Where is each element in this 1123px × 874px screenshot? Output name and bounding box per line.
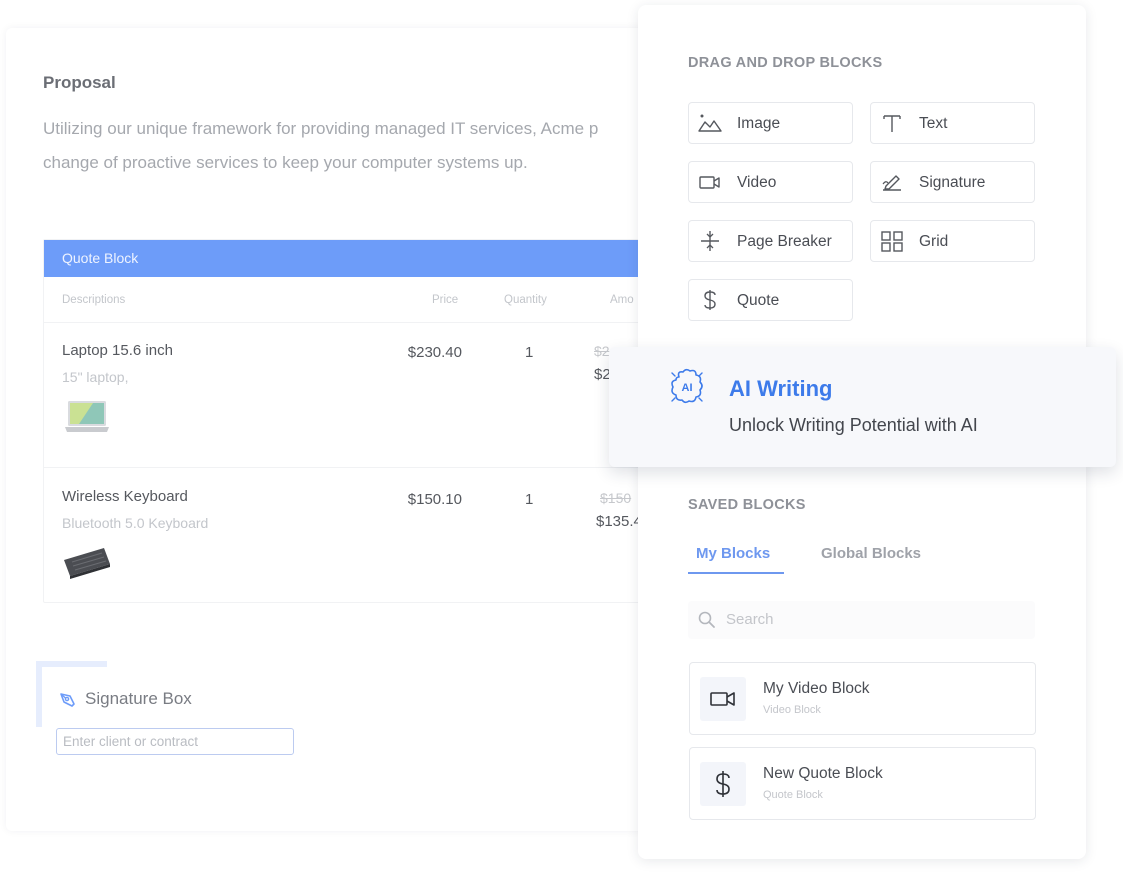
item-amount: $135.4 <box>596 513 642 530</box>
saved-block-item[interactable]: New Quote Block Quote Block <box>689 747 1036 820</box>
document-title: Proposal <box>43 73 116 92</box>
table-row[interactable]: Laptop 15.6 inch 15" laptop, $230.40 1 $… <box>44 323 662 468</box>
item-price: $230.40 <box>407 344 462 361</box>
signature-box-label: Signature Box <box>85 689 192 708</box>
column-quantity: Quantity <box>504 294 547 306</box>
quote-table-header: Descriptions Price Quantity Amo <box>44 277 662 323</box>
ai-writing-title: AI Writing <box>729 376 833 401</box>
saved-block-type: Quote Block <box>763 789 823 801</box>
search-icon <box>698 611 715 628</box>
block-image-button[interactable]: Image <box>688 102 853 144</box>
item-price: $150.10 <box>407 491 462 508</box>
block-signature-button[interactable]: Signature <box>870 161 1035 203</box>
saved-blocks-title: SAVED BLOCKS <box>688 497 806 513</box>
item-subtitle: 15" laptop, <box>62 369 129 385</box>
proposal-document: Proposal Utilizing our unique framework … <box>6 28 666 831</box>
quote-block-header: Quote Block <box>44 240 662 277</box>
signature-box[interactable]: Signature Box Enter client or contract <box>36 661 296 761</box>
table-row[interactable]: Wireless Keyboard Bluetooth 5.0 Keyboard… <box>44 468 662 603</box>
block-video-button[interactable]: Video <box>688 161 853 203</box>
svg-text:AI: AI <box>682 382 693 394</box>
item-old-amount: $2 <box>594 343 610 359</box>
item-name: Laptop 15.6 inch <box>62 342 173 359</box>
dollar-icon <box>716 771 730 797</box>
tab-my-blocks[interactable]: My Blocks <box>696 545 770 562</box>
block-grid-button[interactable]: Grid <box>870 220 1035 262</box>
pen-nib-icon <box>60 693 75 707</box>
text-icon <box>883 115 901 132</box>
column-price: Price <box>432 294 459 306</box>
item-name: Wireless Keyboard <box>62 488 188 505</box>
signature-client-input[interactable]: Enter client or contract <box>56 728 294 755</box>
saved-block-title: My Video Block <box>763 680 870 697</box>
column-amount: Amo <box>610 294 634 306</box>
dollar-icon <box>704 290 716 310</box>
item-subtitle: Bluetooth 5.0 Keyboard <box>62 515 209 531</box>
item-quantity: 1 <box>525 491 534 508</box>
page-breaker-icon <box>701 231 719 251</box>
laptop-image <box>65 401 109 432</box>
block-text-button[interactable]: Text <box>870 102 1035 144</box>
item-quantity: 1 <box>525 344 534 361</box>
image-icon <box>698 114 722 132</box>
signature-icon <box>882 175 901 191</box>
drag-drop-blocks-title: DRAG AND DROP BLOCKS <box>688 55 883 71</box>
video-icon <box>699 176 720 189</box>
block-page-breaker-button[interactable]: Page Breaker <box>688 220 853 262</box>
document-body-text: Utilizing our unique framework for provi… <box>43 119 599 172</box>
video-icon <box>710 692 735 706</box>
keyboard-image <box>64 548 110 579</box>
saved-block-title: New Quote Block <box>763 765 883 782</box>
search-input[interactable]: Search <box>688 601 1035 639</box>
ai-brain-icon: AI <box>671 368 703 404</box>
ai-writing-subtitle: Unlock Writing Potential with AI <box>729 415 978 435</box>
column-descriptions: Descriptions <box>62 294 126 306</box>
active-tab-indicator <box>688 572 784 574</box>
saved-block-type: Video Block <box>763 704 821 716</box>
tab-global-blocks[interactable]: Global Blocks <box>821 545 921 562</box>
saved-block-item[interactable]: My Video Block Video Block <box>689 662 1036 735</box>
item-old-amount: $150 <box>600 490 632 506</box>
block-quote-button[interactable]: Quote <box>688 279 853 321</box>
quote-block[interactable]: Quote Block Descriptions Price Quantity … <box>43 239 663 603</box>
grid-icon <box>881 231 903 252</box>
ai-writing-card[interactable]: AI AI Writing Unlock Writing Potential w… <box>609 347 1116 467</box>
